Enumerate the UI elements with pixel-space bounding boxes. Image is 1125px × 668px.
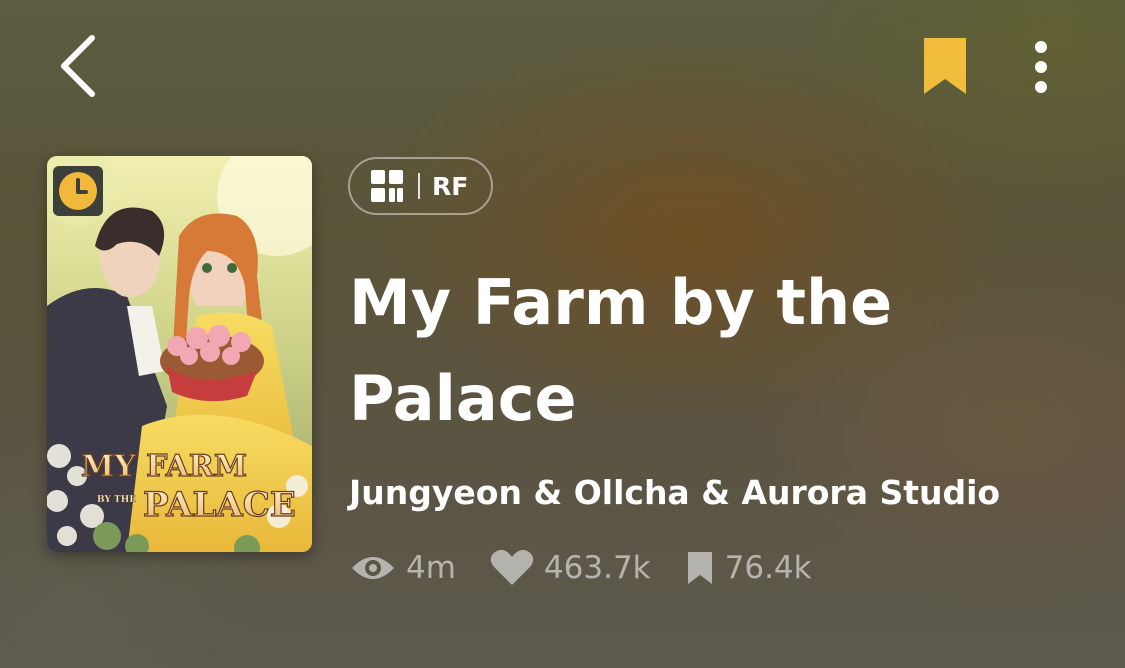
heart-icon — [490, 549, 534, 585]
subscribers-stat: 76.4k — [685, 550, 812, 586]
bookmark-button[interactable] — [922, 36, 968, 96]
genre-divider — [418, 173, 420, 199]
series-author[interactable]: Jungyeon & Ollcha & Aurora Studio — [349, 470, 1109, 516]
views-count: 4m — [406, 550, 456, 586]
eye-icon — [352, 557, 394, 579]
likes-count: 463.7k — [543, 550, 651, 586]
back-button[interactable] — [56, 34, 100, 98]
genre-label: RF — [432, 171, 469, 201]
series-stats: 4m 463.7k 76.4k — [350, 546, 846, 590]
series-cover[interactable]: MY FARM BY THE PALACE — [47, 156, 312, 552]
likes-stat: 463.7k — [490, 549, 651, 587]
cover-title-art: MY FARM — [81, 449, 247, 484]
cover-title-art-line2: PALACE — [143, 485, 296, 525]
grid-icon — [371, 170, 403, 202]
bookmark-icon — [687, 552, 712, 584]
series-title: My Farm by the Palace — [349, 266, 893, 435]
more-options-button[interactable] — [1024, 38, 1058, 96]
cover-title-art-by: BY THE — [97, 495, 136, 505]
genre-tag[interactable]: RF — [348, 157, 493, 215]
views-stat: 4m — [350, 550, 456, 586]
clock-icon — [53, 166, 103, 216]
subscribers-count: 76.4k — [724, 550, 812, 586]
